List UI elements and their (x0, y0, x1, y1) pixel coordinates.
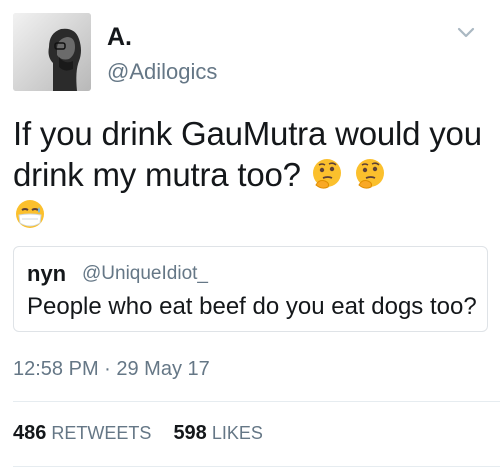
thinking-face-icon (353, 157, 387, 191)
retweets-label: RETWEETS (51, 423, 152, 443)
tweet-body-text: If you drink GauMutra would you drink my… (13, 115, 482, 193)
quoted-author-handle: @UniqueIdiot_ (82, 263, 208, 284)
profile-photo-icon (13, 13, 91, 91)
quoted-author-name: nyn (27, 261, 67, 286)
tweet-timestamp[interactable]: 12:58 PM · 29 May 17 (13, 358, 210, 381)
tweet-stats: 486 RETWEETS 598 LIKES (13, 422, 263, 445)
author-handle[interactable]: @Adilogics (107, 59, 217, 85)
tweet-card: A. @Adilogics If you drink GauMutra woul… (0, 0, 500, 475)
retweets-count: 486 (13, 422, 47, 444)
medical-mask-face-icon (13, 198, 47, 232)
likes-label: LIKES (211, 423, 263, 443)
likes-count: 598 (173, 422, 207, 444)
thinking-face-icon (310, 157, 344, 191)
tweet-text: If you drink GauMutra would you drink my… (13, 113, 483, 236)
chevron-down-icon[interactable] (456, 25, 476, 39)
divider (13, 466, 500, 467)
author-display-name[interactable]: A. (107, 22, 132, 52)
likes-stat[interactable]: 598 LIKES (173, 422, 263, 444)
divider (13, 401, 500, 402)
quoted-tweet-text: People who eat beef do you eat dogs too? (27, 293, 477, 320)
quoted-tweet[interactable]: nyn @UniqueIdiot_ People who eat beef do… (13, 246, 488, 332)
retweets-stat[interactable]: 486 RETWEETS (13, 422, 156, 444)
author-avatar[interactable] (13, 13, 91, 91)
